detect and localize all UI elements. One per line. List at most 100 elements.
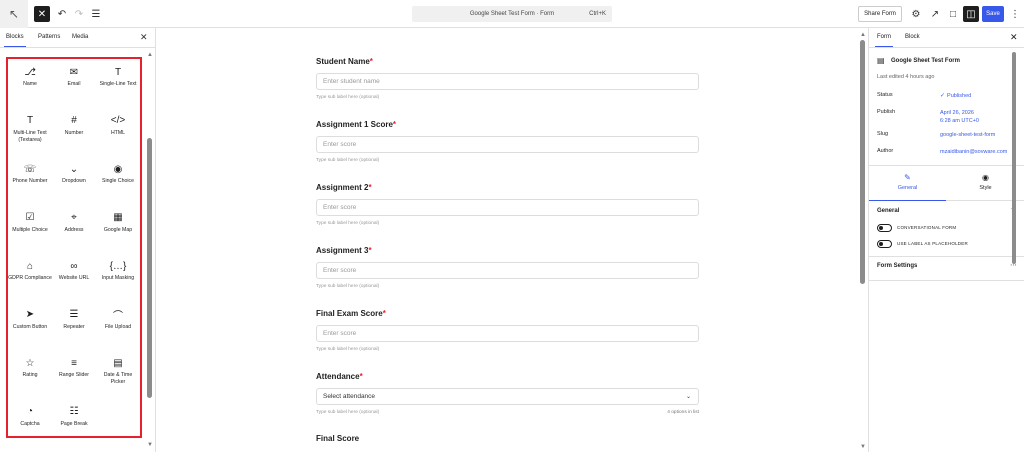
field-final-exam[interactable]: Final Exam Score* Enter score Type sub l…	[316, 309, 699, 352]
conversational-form-toggle[interactable]: CONVERSATIONAL FORM	[877, 224, 1019, 234]
editor-toolbar: ↖ ✕ ↶ ↷ ☰ Google Sheet Test Form · Form …	[0, 0, 1024, 28]
scroll-up-icon[interactable]: ▲	[147, 52, 153, 58]
field-assignment-2[interactable]: Assignment 2* Enter score Type sub label…	[316, 183, 699, 226]
block-item[interactable]: ▦ Google Map	[96, 207, 140, 255]
toggle-switch[interactable]	[877, 240, 892, 248]
block-item[interactable]: ☷ Page Break	[52, 401, 96, 449]
tab-block[interactable]: Block	[905, 34, 920, 40]
block-item[interactable]: ⌂ GDPR Compliance	[8, 255, 52, 303]
attendance-select[interactable]: Select attendance ⌄	[316, 388, 699, 405]
preview-icon[interactable]: □	[945, 6, 961, 22]
canvas-scrollbar[interactable]: ▲ ▼	[860, 32, 866, 450]
back-icon[interactable]: ↖	[0, 0, 28, 28]
block-item[interactable]: ∞ Website URL	[52, 255, 96, 303]
settings-gear-icon[interactable]: ⚙	[908, 6, 924, 22]
undo-icon[interactable]: ↶	[54, 6, 70, 22]
block-label: Dropdown	[62, 178, 86, 184]
number-icon: #	[71, 115, 77, 126]
block-label: Email	[67, 81, 81, 87]
final-exam-input[interactable]: Enter score	[316, 325, 699, 342]
star-icon: ☆	[25, 357, 35, 369]
sub-label[interactable]: Type sub label here (optional)	[316, 221, 699, 226]
more-options-icon[interactable]: ⋮	[1007, 6, 1023, 22]
close-inserter-icon[interactable]: ✕	[34, 6, 50, 22]
scroll-thumb[interactable]	[147, 138, 152, 398]
general-section-title[interactable]: General	[877, 208, 899, 214]
block-item[interactable]: T Single-Line Text	[96, 61, 140, 109]
page-break-icon: ☷	[69, 406, 79, 417]
calendar-icon: ▤	[113, 357, 123, 369]
mask-icon: {…}	[109, 260, 127, 272]
assignment-3-input[interactable]: Enter score	[316, 262, 699, 279]
student-name-input[interactable]: Enter student name	[316, 73, 699, 90]
tab-media[interactable]: Media	[72, 34, 88, 40]
block-item[interactable]: # Number	[52, 110, 96, 158]
assignment-1-input[interactable]: Enter score	[316, 136, 699, 153]
block-item[interactable]: {…} Input Masking	[96, 255, 140, 303]
assignment-2-input[interactable]: Enter score	[316, 199, 699, 216]
block-item[interactable]: ⌒ File Upload	[96, 304, 140, 352]
block-item[interactable]: ✉ Email	[52, 61, 96, 109]
field-student-name[interactable]: Student Name* Enter student name Type su…	[316, 57, 699, 100]
toggle-switch[interactable]	[877, 224, 892, 232]
block-item[interactable]: ◉ Single Choice	[96, 158, 140, 206]
sub-label[interactable]: Type sub label here (optional) 4 options…	[316, 410, 699, 415]
inserter-scrollbar[interactable]: ▲ ▼	[147, 52, 153, 452]
block-item[interactable]: ☏ Phone Number	[8, 158, 52, 206]
block-item[interactable]: ☰ Repeater	[52, 304, 96, 352]
block-item[interactable]: ⌄ Dropdown	[52, 158, 96, 206]
scroll-thumb[interactable]	[860, 40, 865, 284]
tab-general[interactable]: ✎ General	[869, 166, 946, 201]
field-assignment-3[interactable]: Assignment 3* Enter score Type sub label…	[316, 246, 699, 289]
block-item[interactable]: ⌖ Address	[52, 207, 96, 255]
save-button[interactable]: Save	[982, 6, 1004, 22]
slug-value[interactable]: google-sheet-test-form	[940, 131, 995, 139]
block-label: File Upload	[104, 323, 132, 330]
block-label: Google Map	[103, 226, 133, 233]
settings-scrollbar[interactable]	[1012, 52, 1016, 444]
scroll-thumb[interactable]	[1012, 52, 1016, 264]
publish-date-value[interactable]: April 26, 2026 6:28 am UTC+0	[940, 109, 979, 125]
mail-icon: ✉	[69, 66, 79, 78]
document-overview-icon[interactable]: ☰	[88, 6, 104, 22]
block-item[interactable]: ≡ Range Slider	[52, 352, 96, 400]
block-item[interactable]: T Multi-Line Text (Textarea)	[8, 110, 52, 158]
block-item[interactable]: ⎇ Name	[8, 61, 52, 109]
field-assignment-1[interactable]: Assignment 1 Score* Enter score Type sub…	[316, 120, 699, 163]
block-item[interactable]: ☆ Rating	[8, 352, 52, 400]
block-item[interactable]: ▤ Date & Time Picker	[96, 352, 140, 400]
external-link-icon[interactable]: ↗	[927, 6, 943, 22]
tab-form[interactable]: Form	[875, 34, 893, 47]
code-icon: </>	[110, 115, 126, 126]
close-icon[interactable]: ✕	[1010, 32, 1018, 43]
scroll-up-icon[interactable]: ▲	[860, 32, 866, 38]
block-item[interactable]: ➤ Custom Button	[8, 304, 52, 352]
paperclip-icon: ⌒	[113, 311, 123, 322]
sub-label[interactable]: Type sub label here (optional)	[316, 284, 699, 289]
form-document-icon: ▤	[877, 56, 885, 65]
sub-label[interactable]: Type sub label here (optional)	[316, 347, 699, 352]
tab-blocks[interactable]: Blocks	[4, 34, 26, 47]
close-icon[interactable]: ✕	[140, 32, 148, 43]
form-settings-title[interactable]: Form Settings	[877, 263, 917, 269]
link-icon: ∞	[70, 260, 78, 272]
share-form-button[interactable]: Share Form	[858, 6, 902, 22]
sub-label[interactable]: Type sub label here (optional)	[316, 158, 699, 163]
label-placeholder-toggle[interactable]: USE LABEL AS PLACEHOLDER	[877, 240, 1019, 250]
author-value[interactable]: mzaidibanin@sovware.com	[940, 148, 1007, 156]
redo-icon[interactable]: ↷	[71, 6, 87, 22]
sidebar-toggle-icon[interactable]: ◫	[963, 6, 979, 22]
field-attendance[interactable]: Attendance* Select attendance ⌄ Type sub…	[316, 372, 699, 415]
block-item[interactable]: ◔ Captcha	[8, 401, 52, 449]
tab-patterns[interactable]: Patterns	[38, 34, 60, 40]
block-item[interactable]: </> HTML	[96, 110, 140, 158]
sub-label[interactable]: Type sub label here (optional)	[316, 95, 699, 100]
command-palette[interactable]: Google Sheet Test Form · Form Ctrl+K	[412, 6, 612, 22]
block-label: Website URL	[58, 275, 90, 281]
scroll-down-icon[interactable]: ▼	[147, 442, 153, 448]
field-final-score[interactable]: Final Score	[316, 434, 699, 446]
status-value[interactable]: ✓ Published	[940, 92, 971, 100]
meta-key: Author	[877, 148, 894, 154]
block-item[interactable]: ☑ Multiple Choice	[8, 207, 52, 255]
scroll-down-icon[interactable]: ▼	[860, 444, 866, 450]
